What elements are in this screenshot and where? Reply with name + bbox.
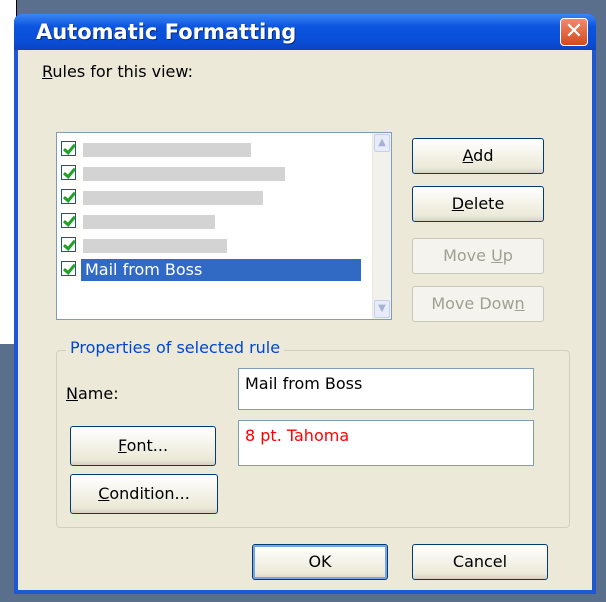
- ok-button-label: OK: [308, 552, 332, 571]
- rules-label-text: ules for this view:: [52, 62, 193, 81]
- name-label-mnemonic: N: [66, 384, 78, 403]
- delete-button[interactable]: Delete: [412, 186, 544, 222]
- dialog-body: Rules for this view: Mail from Boss ▲ ▼ …: [18, 50, 592, 590]
- rule-checkbox-1[interactable]: [61, 141, 76, 156]
- add-button-label: Add: [462, 146, 494, 165]
- name-label: Name:: [66, 384, 119, 403]
- font-value-text: 8 pt. Tahoma: [245, 426, 350, 445]
- rule-checkbox-4[interactable]: [61, 213, 76, 228]
- rule-checkbox-6[interactable]: [61, 261, 76, 276]
- ok-button[interactable]: OK: [252, 544, 388, 580]
- font-button[interactable]: Font...: [70, 426, 216, 466]
- move-down-button-label: Move Down: [431, 294, 525, 313]
- rule-label-redacted-5: [83, 239, 227, 253]
- delete-button-label: Delete: [451, 194, 505, 213]
- title-bar[interactable]: Automatic Formatting ✕: [14, 14, 596, 50]
- rule-label-6: Mail from Boss: [85, 260, 203, 279]
- rule-label-redacted-3: [83, 191, 263, 205]
- close-icon[interactable]: ✕: [560, 18, 588, 46]
- rule-label-redacted-2: [83, 167, 285, 181]
- name-label-text: ame:: [77, 384, 119, 403]
- move-down-button[interactable]: Move Down: [412, 286, 544, 322]
- cancel-button[interactable]: Cancel: [412, 544, 548, 580]
- rules-listbox[interactable]: Mail from Boss ▲ ▼: [56, 132, 392, 320]
- move-up-button[interactable]: Move Up: [412, 238, 544, 274]
- dialog-bottom-border: [14, 590, 596, 594]
- condition-button-label: Condition...: [98, 484, 190, 503]
- rule-checkbox-3[interactable]: [61, 189, 76, 204]
- scroll-up-icon[interactable]: ▲: [374, 134, 390, 152]
- rule-checkbox-2[interactable]: [61, 165, 76, 180]
- rules-label: Rules for this view:: [42, 62, 193, 81]
- automatic-formatting-dialog: Automatic Formatting ✕ Rules for this vi…: [14, 14, 596, 594]
- rules-label-mnemonic: R: [42, 62, 53, 81]
- name-input[interactable]: Mail from Boss: [238, 368, 534, 410]
- rule-label-redacted-1: [83, 143, 251, 157]
- dialog-title: Automatic Formatting: [36, 20, 297, 44]
- condition-button[interactable]: Condition...: [70, 474, 218, 514]
- vertical-scrollbar[interactable]: ▲ ▼: [372, 133, 391, 319]
- add-button[interactable]: Add: [412, 138, 544, 174]
- font-value-display: 8 pt. Tahoma: [238, 420, 534, 466]
- properties-legend: Properties of selected rule: [66, 338, 285, 357]
- font-button-label: Font...: [117, 436, 169, 455]
- rule-checkbox-5[interactable]: [61, 237, 76, 252]
- rule-label-redacted-4: [83, 215, 215, 229]
- cancel-button-label: Cancel: [452, 552, 508, 571]
- move-up-button-label: Move Up: [443, 246, 513, 265]
- scroll-down-icon[interactable]: ▼: [374, 300, 390, 318]
